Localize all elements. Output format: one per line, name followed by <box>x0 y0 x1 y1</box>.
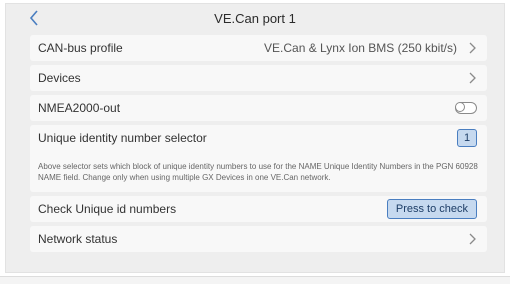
chevron-right-icon <box>469 42 476 54</box>
can-bus-profile-value: VE.Can & Lynx Ion BMS (250 kbit/s) <box>264 41 457 55</box>
unique-identity-spinbox[interactable]: 1 <box>457 129 477 147</box>
header: VE.Can port 1 <box>6 4 504 32</box>
network-status-label: Network status <box>38 232 118 246</box>
devices-row[interactable]: Devices <box>30 65 487 91</box>
nmea2000-out-label: NMEA2000-out <box>38 101 121 115</box>
can-bus-profile-label: CAN-bus profile <box>38 41 123 55</box>
unique-identity-block: Unique identity number selector 1 Above … <box>30 125 487 192</box>
unique-identity-row: Unique identity number selector 1 <box>30 125 487 151</box>
nmea2000-out-row: NMEA2000-out <box>30 95 487 121</box>
page-title: VE.Can port 1 <box>214 11 296 26</box>
window: VE.Can port 1 CAN-bus profile VE.Can & L… <box>5 3 505 273</box>
check-unique-id-label: Check Unique id numbers <box>38 202 177 216</box>
unique-identity-description: Above selector sets which block of uniqu… <box>38 162 478 182</box>
chevron-right-icon <box>469 72 476 84</box>
press-to-check-button[interactable]: Press to check <box>386 199 477 219</box>
devices-label: Devices <box>38 71 81 85</box>
check-unique-id-row: Check Unique id numbers Press to check <box>30 196 487 222</box>
settings-list: CAN-bus profile VE.Can & Lynx Ion BMS (2… <box>30 35 487 256</box>
network-status-row[interactable]: Network status <box>30 226 487 252</box>
nmea2000-out-toggle[interactable] <box>455 102 477 114</box>
can-bus-profile-row[interactable]: CAN-bus profile VE.Can & Lynx Ion BMS (2… <box>30 35 487 61</box>
unique-identity-label: Unique identity number selector <box>38 131 207 145</box>
chevron-right-icon <box>469 233 476 245</box>
